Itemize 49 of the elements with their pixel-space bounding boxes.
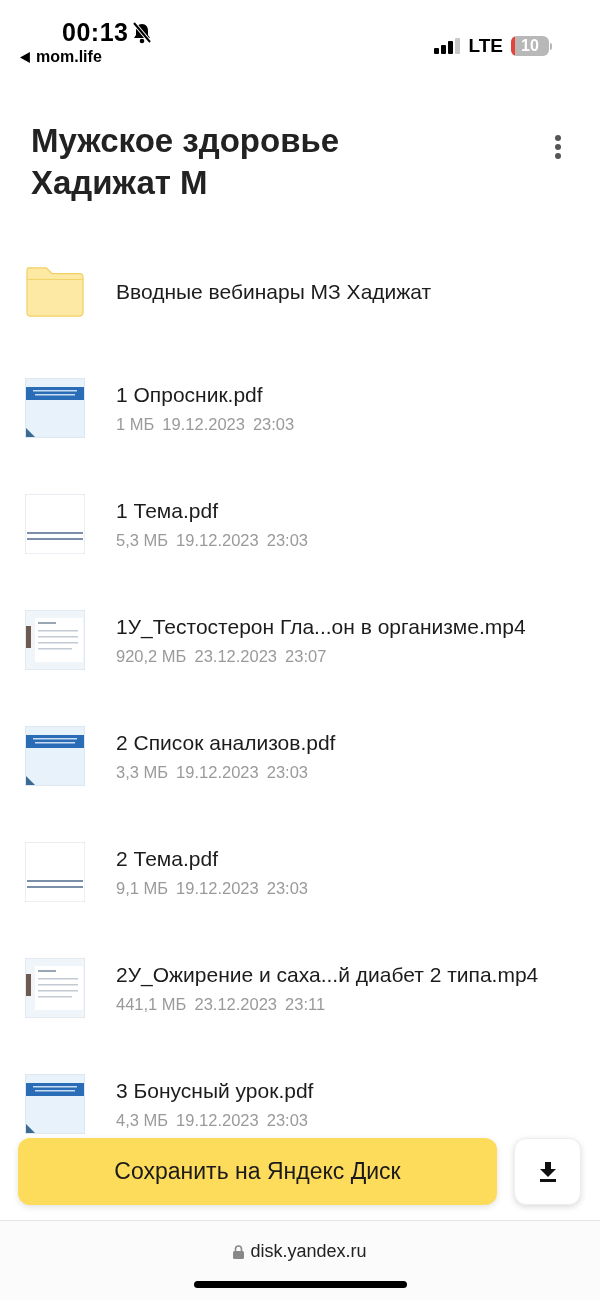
file-name[interactable]: 1 Опросник.pdf <box>116 382 295 407</box>
file-thumbnail <box>25 610 85 670</box>
file-thumbnail <box>25 1074 85 1134</box>
file-name[interactable]: 2У_Ожирение и саха...й диабет 2 типа.mp4 <box>116 962 539 987</box>
file-time: 23:03 <box>266 530 308 550</box>
battery-icon: 10 <box>511 36 552 56</box>
file-thumbnail <box>25 958 85 1018</box>
download-icon <box>538 1161 557 1182</box>
folder-title: Мужское здоровье Хадижат М <box>31 121 341 203</box>
file-date: 19.12.2023 <box>176 878 259 898</box>
file-size: 9,1 МБ <box>116 878 169 898</box>
file-thumbnail <box>25 494 85 554</box>
folder-icon <box>25 265 85 319</box>
file-date: 19.12.2023 <box>176 762 259 782</box>
signal-icon <box>433 38 461 54</box>
file-date: 19.12.2023 <box>176 530 259 550</box>
file-thumbnail <box>25 842 85 902</box>
file-time: 23:11 <box>285 994 326 1014</box>
file-size: 1 МБ <box>116 414 155 434</box>
file-time: 23:03 <box>266 878 308 898</box>
file-thumbnail <box>25 378 85 438</box>
file-size: 441,1 МБ <box>116 994 187 1014</box>
clock-time: 00:13 <box>62 18 129 47</box>
file-time: 23:03 <box>266 762 308 782</box>
file-date: 19.12.2023 <box>162 414 245 434</box>
save-to-disk-button[interactable]: Сохранить на Яндекс Диск <box>18 1138 497 1205</box>
folder-name[interactable]: Вводные вебинары МЗ Хадижат <box>116 280 432 304</box>
more-icon <box>554 134 562 160</box>
file-name[interactable]: 1 Тема.pdf <box>116 498 308 523</box>
file-date: 19.12.2023 <box>176 1110 259 1130</box>
file-thumbnail <box>25 726 85 786</box>
file-name[interactable]: 3 Бонусный урок.pdf <box>116 1078 314 1103</box>
file-size: 5,3 МБ <box>116 530 169 550</box>
file-name[interactable]: 2 Список анализов.pdf <box>116 730 336 755</box>
network-type: LTE <box>468 35 503 57</box>
page-address[interactable]: disk.yandex.ru <box>250 1241 367 1262</box>
file-time: 23:03 <box>266 1110 308 1130</box>
download-button[interactable] <box>514 1138 581 1205</box>
file-date: 23.12.2023 <box>194 646 278 666</box>
file-time: 23:03 <box>252 414 295 434</box>
file-size: 920,2 МБ <box>116 646 187 666</box>
file-name[interactable]: 2 Тема.pdf <box>116 846 308 871</box>
file-size: 4,3 МБ <box>116 1110 169 1130</box>
back-app-link[interactable]: mom.life <box>36 48 102 66</box>
file-time: 23:07 <box>285 646 327 666</box>
back-arrow-icon[interactable] <box>20 51 31 63</box>
file-size: 3,3 МБ <box>116 762 169 782</box>
file-name[interactable]: 1У_Тестостерон Гла...он в организме.mp4 <box>116 614 526 639</box>
file-date: 23.12.2023 <box>194 994 278 1014</box>
